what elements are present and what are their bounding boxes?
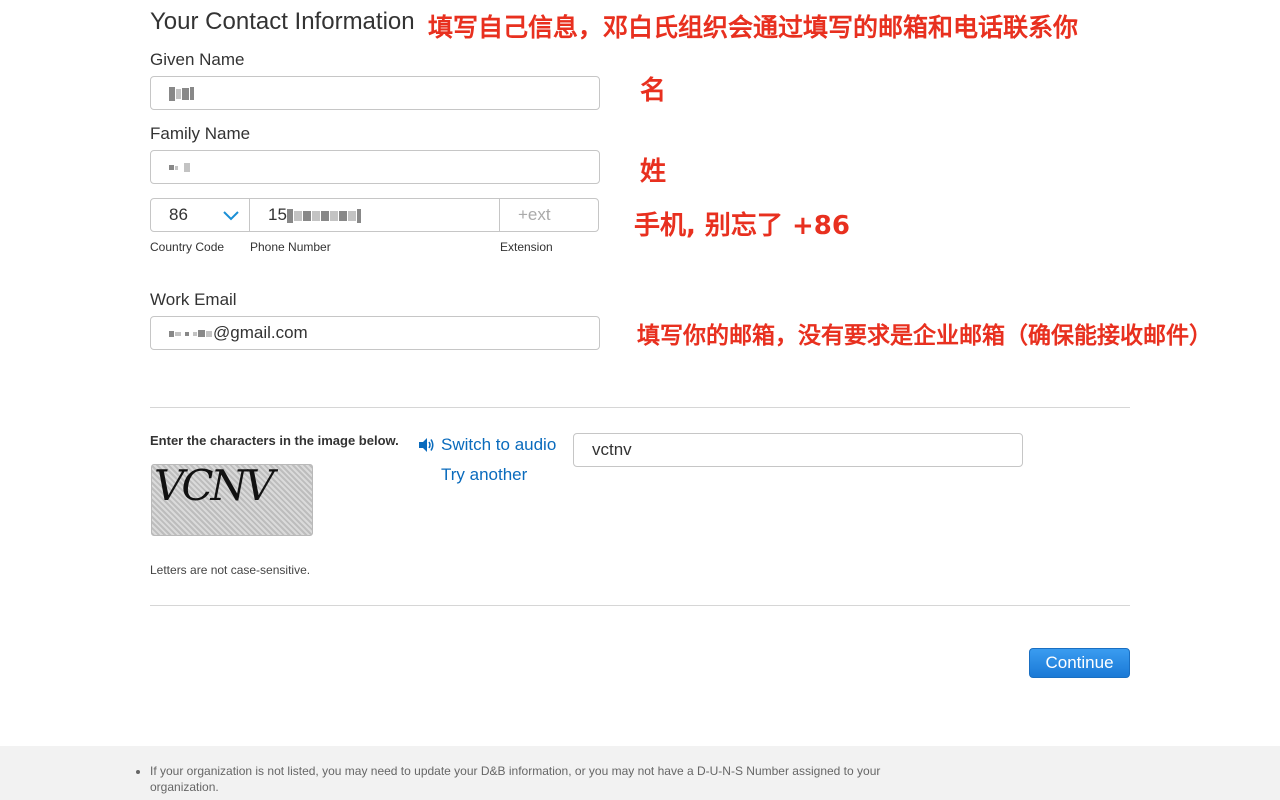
extension-input[interactable]: +ext [499,198,599,232]
phone-annotation: 手机, 别忘了 +86 [634,211,850,241]
extension-placeholder: +ext [518,205,551,224]
email-annotation: 填写你的邮箱，没有要求是企业邮箱（确保能接收邮件） [637,323,1212,349]
captcha-note: Letters are not case-sensitive. [150,563,311,577]
captcha-image: VCNV [151,464,313,536]
captcha-image-text: VCNV [154,464,275,510]
country-code-select[interactable]: 86 [150,198,250,232]
email-suffix: @gmail.com [213,323,308,342]
phone-number-input[interactable]: 15 [249,198,500,232]
extension-label: Extension [500,240,553,254]
speaker-icon[interactable] [417,436,435,454]
given-name-input[interactable] [150,76,600,110]
chevron-down-icon [223,211,239,221]
divider-top [150,407,1130,408]
footer: If your organization is not listed, you … [0,746,1280,800]
work-email-input[interactable]: @gmail.com [150,316,600,350]
family-name-input[interactable] [150,150,600,184]
switch-to-audio-link[interactable]: Switch to audio [441,435,556,455]
continue-button[interactable]: Continue [1029,648,1130,678]
captcha-input-value: vctnv [592,440,632,459]
family-name-annotation: 姓 [640,157,667,187]
family-name-label: Family Name [150,124,251,143]
country-code-value: 86 [169,205,188,224]
country-code-label: Country Code [150,240,225,254]
phone-prefix: 15 [268,205,287,224]
given-name-annotation: 名 [640,76,667,106]
phone-number-label: Phone Number [250,240,331,254]
given-name-label: Given Name [150,50,245,69]
header-annotation: 填写自己信息，邓白氏组织会通过填写的邮箱和电话联系你 [428,13,1079,42]
captcha-instruction: Enter the characters in the image below. [150,433,399,448]
page-title: Your Contact Information [150,8,415,35]
divider-bottom [150,605,1130,606]
try-another-link[interactable]: Try another [441,465,527,485]
captcha-input[interactable]: vctnv [573,433,1023,467]
bullet-icon [136,770,140,774]
footer-text: If your organization is not listed, you … [150,764,881,794]
work-email-label: Work Email [150,290,237,309]
